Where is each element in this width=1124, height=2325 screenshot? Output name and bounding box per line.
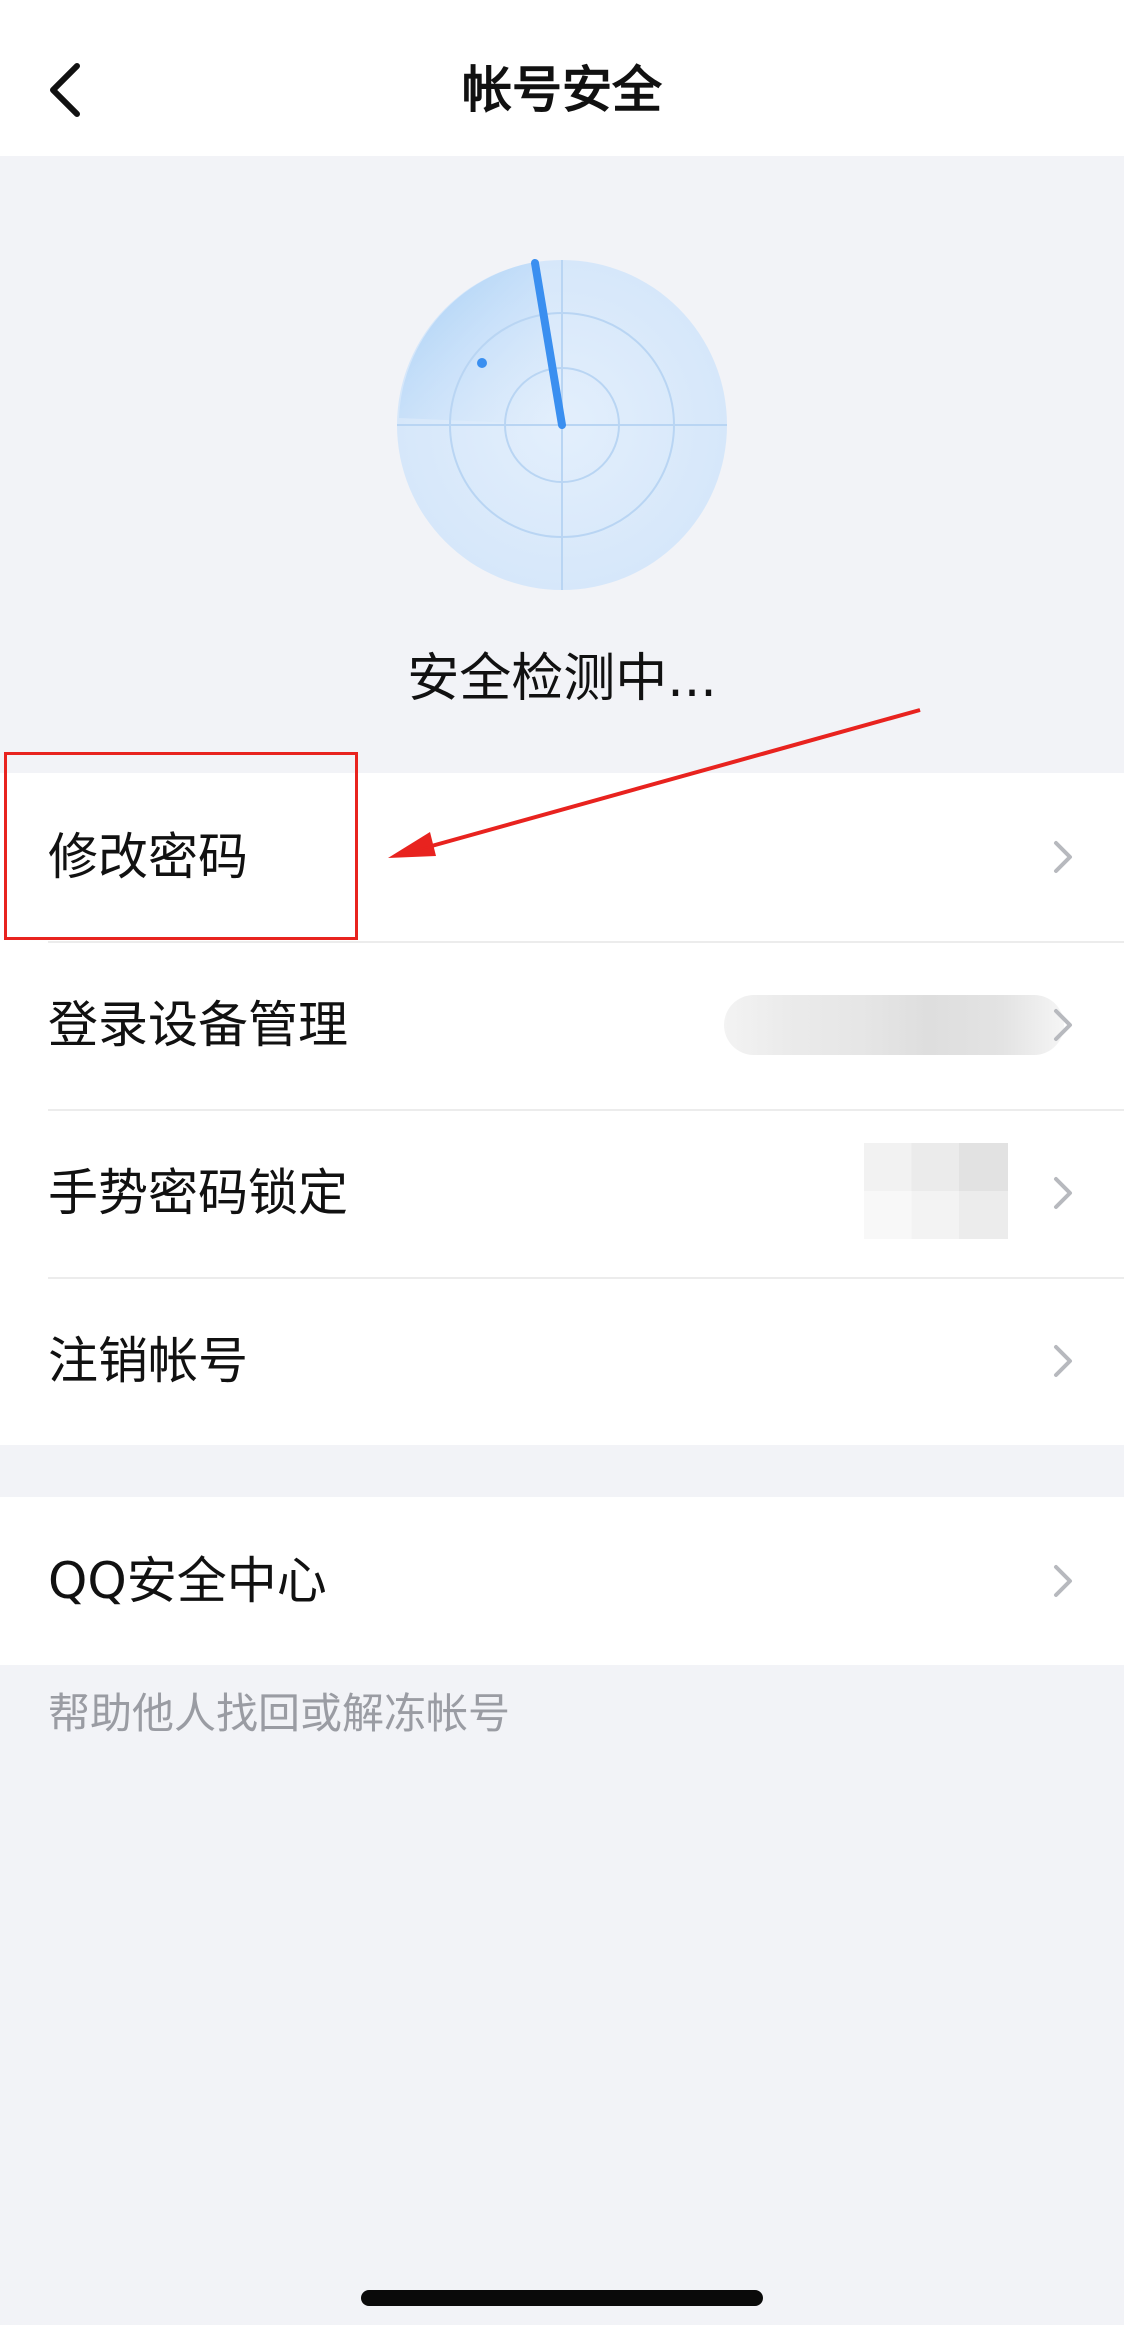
help-others-note: 帮助他人找回或解冻帐号 [48, 1689, 511, 1738]
item-label: 注销帐号 [48, 1332, 248, 1390]
item-label: 登录设备管理 [48, 996, 348, 1054]
chevron-right-icon [1054, 1177, 1072, 1209]
nav-bar: 帐号安全 [0, 0, 1124, 156]
item-label: QQ安全中心 [48, 1552, 327, 1610]
scan-status-text: 安全检测中... [407, 649, 717, 709]
login-device-management-item[interactable]: 登录设备管理 [0, 941, 1124, 1109]
chevron-right-icon [1054, 841, 1072, 873]
radar-scan-icon [395, 258, 729, 592]
chevron-right-icon [1054, 1565, 1072, 1597]
home-indicator [361, 2290, 763, 2306]
chevron-right-icon [1054, 1009, 1072, 1041]
page-title: 帐号安全 [462, 61, 662, 119]
qq-security-center-item[interactable]: QQ安全中心 [0, 1497, 1124, 1665]
deactivate-account-item[interactable]: 注销帐号 [0, 1277, 1124, 1445]
blurred-value [724, 995, 1064, 1055]
blurred-value [864, 1143, 1008, 1239]
item-label: 手势密码锁定 [48, 1164, 348, 1222]
gesture-password-lock-item[interactable]: 手势密码锁定 [0, 1109, 1124, 1277]
chevron-right-icon [1054, 1345, 1072, 1377]
annotation-highlight-box [4, 752, 358, 940]
account-security-page: 帐号安全 安全检测中... 修改密码 登录设备管理 手势密码锁定 注销帐号 QQ… [0, 0, 1124, 2325]
settings-group-security-center: QQ安全中心 [0, 1497, 1124, 1665]
